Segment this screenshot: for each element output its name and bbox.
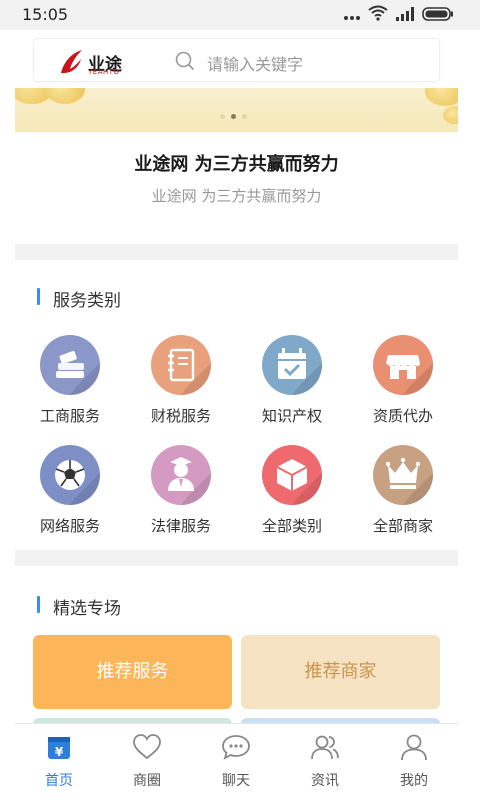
carousel-dot[interactable] — [220, 114, 225, 119]
tab-home[interactable]: ¥ 首页 — [15, 724, 103, 800]
tab-chat[interactable]: 聊天 — [192, 724, 280, 800]
status-time: 15:05 — [22, 5, 69, 24]
service-item[interactable]: 全部类别 — [237, 445, 347, 545]
tab-news[interactable]: 资讯 — [281, 724, 369, 800]
tab-label: 聊天 — [222, 773, 250, 789]
heart-icon — [132, 732, 162, 762]
brand-logo: 业途 YEAHTO — [58, 47, 148, 77]
service-item[interactable]: 知识产权 — [237, 335, 347, 435]
tab-label: 资讯 — [311, 773, 339, 789]
slogan-subtitle: 业途网 为三方共赢而努力 — [151, 187, 322, 205]
carousel-dot[interactable] — [242, 114, 247, 119]
tab-label: 商圈 — [133, 773, 161, 789]
notebook-icon — [151, 335, 211, 395]
service-label: 全部商家 — [372, 517, 433, 535]
tab-profile[interactable]: 我的 — [370, 724, 458, 800]
coin-decoration — [443, 106, 458, 124]
service-item[interactable]: 网络服务 — [15, 445, 125, 545]
section-divider — [15, 550, 458, 566]
service-label: 网络服务 — [39, 517, 100, 535]
service-label: 财税服务 — [150, 407, 211, 425]
service-label: 工商服务 — [39, 407, 100, 425]
tab-label: 我的 — [400, 773, 428, 789]
section-divider — [15, 244, 458, 260]
store-icon — [373, 335, 433, 395]
bottom-tab-bar: ¥ 首页 商圈 聊天 资讯 我的 — [15, 723, 458, 800]
app-screen: 业途 YEAHTO 请输入关键字 业途网 为三方共赢而努力 业途网 为三方共赢而… — [15, 30, 458, 800]
service-label: 全部类别 — [261, 517, 322, 535]
chat-icon — [221, 732, 251, 762]
carousel-dots — [220, 114, 247, 119]
coin-decoration — [425, 88, 458, 106]
service-label: 法律服务 — [150, 517, 211, 535]
status-icons — [344, 5, 454, 25]
tab-business-circle[interactable]: 商圈 — [103, 724, 191, 800]
status-bar: 15:05 — [0, 0, 480, 30]
search-bar[interactable]: 业途 YEAHTO 请输入关键字 — [33, 38, 440, 82]
search-input[interactable]: 请输入关键字 — [207, 51, 303, 75]
signal-icon — [396, 6, 414, 25]
service-label: 资质代办 — [372, 407, 433, 425]
banner-carousel[interactable] — [15, 88, 458, 132]
service-item[interactable]: 法律服务 — [126, 445, 236, 545]
recommended-services-card[interactable]: 推荐服务 — [33, 635, 232, 709]
header: 业途 YEAHTO 请输入关键字 — [15, 30, 458, 88]
slogan-title: 业途网 为三方共赢而努力 — [134, 154, 339, 175]
svg-text:¥: ¥ — [55, 745, 64, 759]
battery-icon — [422, 6, 454, 25]
recommended-merchants-card[interactable]: 推荐商家 — [241, 635, 440, 709]
more-dots-icon — [344, 6, 360, 25]
wifi-icon — [368, 5, 388, 25]
tab-label: 首页 — [45, 773, 73, 789]
service-item[interactable]: 工商服务 — [15, 335, 125, 435]
service-item[interactable]: 财税服务 — [126, 335, 236, 435]
user-icon — [399, 732, 429, 762]
calendar-check-icon — [262, 335, 322, 395]
service-label: 知识产权 — [261, 407, 322, 425]
service-item[interactable]: 资质代办 — [348, 335, 458, 435]
logo-subtext: YEAHTO — [88, 68, 120, 76]
search-icon — [175, 51, 195, 71]
services-section-title: 服务类别 — [37, 286, 121, 311]
books-icon — [40, 335, 100, 395]
carousel-dot-active[interactable] — [231, 114, 236, 119]
service-item[interactable]: 全部商家 — [348, 445, 458, 545]
coin-decoration — [45, 88, 85, 104]
crown-icon — [373, 445, 433, 505]
users-icon — [310, 732, 340, 762]
soccer-ball-icon — [40, 445, 100, 505]
lawyer-icon — [151, 445, 211, 505]
home-wallet-icon: ¥ — [44, 732, 74, 762]
cube-icon — [262, 445, 322, 505]
featured-section-title: 精选专场 — [37, 594, 121, 619]
